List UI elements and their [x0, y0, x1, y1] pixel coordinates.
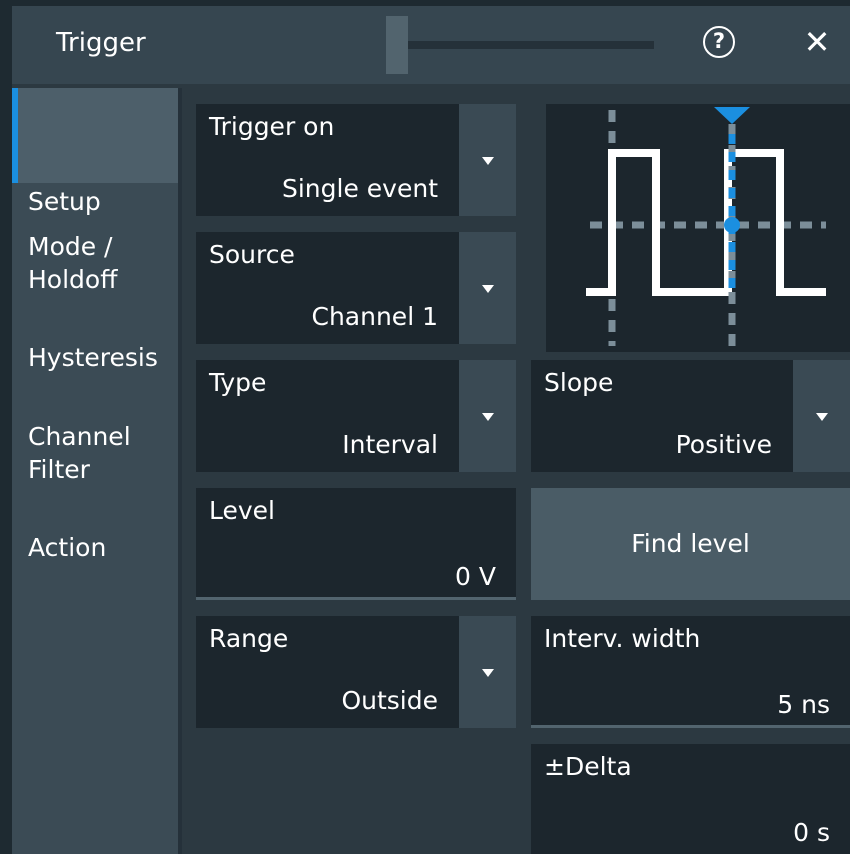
interval-trigger-waveform-icon: [586, 107, 826, 346]
range-dropdown-button[interactable]: [459, 616, 516, 728]
level-field-underline: [196, 597, 516, 600]
active-tab-indicator: [12, 88, 18, 183]
source-label: Source: [209, 240, 295, 269]
dialog-title: Trigger: [56, 28, 146, 58]
trigger-dialog: Trigger ? ✕ Setup Mode / Holdoff Hystere…: [12, 6, 850, 854]
sidebar-item-setup[interactable]: Setup: [12, 88, 178, 216]
close-icon[interactable]: ✕: [802, 24, 832, 60]
interval-width-underline: [531, 725, 850, 728]
type-label: Type: [209, 368, 267, 397]
interval-width-field[interactable]: Interv. width 5 ns: [531, 616, 850, 728]
interval-width-value: 5 ns: [777, 690, 830, 719]
level-field[interactable]: Level 0 V: [196, 488, 516, 600]
delta-field[interactable]: ±Delta 0 s: [531, 744, 850, 854]
help-icon[interactable]: ?: [703, 26, 735, 58]
slope-value: Positive: [675, 430, 772, 459]
trigger-on-label: Trigger on: [209, 112, 335, 141]
sidebar-item-mode-holdoff[interactable]: Mode / Holdoff: [12, 197, 178, 294]
transparency-slider-thumb[interactable]: [386, 16, 408, 74]
type-value: Interval: [342, 430, 438, 459]
chevron-down-icon: [482, 413, 494, 421]
source-select[interactable]: Source Channel 1: [196, 232, 516, 344]
slope-dropdown-button[interactable]: [793, 360, 850, 472]
chevron-down-icon: [816, 413, 828, 421]
level-label: Level: [209, 496, 275, 525]
sidebar-item-label: Action: [28, 533, 107, 562]
title-bar: Trigger ? ✕: [12, 6, 850, 84]
sidebar-item-action[interactable]: Action: [12, 498, 178, 562]
level-value: 0 V: [455, 562, 496, 591]
delta-value: 0 s: [793, 818, 830, 847]
sidebar-item-label: Mode / Holdoff: [28, 232, 118, 294]
chevron-down-icon: [482, 669, 494, 677]
sidebar: Setup Mode / Holdoff Hysteresis Channel …: [12, 88, 178, 854]
delta-label: ±Delta: [544, 752, 632, 781]
trigger-on-select[interactable]: Trigger on Single event: [196, 104, 516, 216]
sidebar-item-label: Hysteresis: [28, 343, 158, 372]
interval-width-label: Interv. width: [544, 624, 701, 653]
slope-label: Slope: [544, 368, 614, 397]
source-value: Channel 1: [311, 302, 439, 331]
sidebar-item-hysteresis[interactable]: Hysteresis: [12, 308, 178, 372]
find-level-button[interactable]: Find level: [531, 488, 850, 600]
range-select[interactable]: Range Outside: [196, 616, 516, 728]
trigger-on-dropdown-button[interactable]: [459, 104, 516, 216]
transparency-slider-track[interactable]: [408, 41, 654, 49]
chevron-down-icon: [482, 157, 494, 165]
type-select[interactable]: Type Interval: [196, 360, 516, 472]
trigger-on-value: Single event: [281, 174, 438, 203]
sidebar-item-channel-filter[interactable]: Channel Filter: [12, 387, 178, 484]
slope-select[interactable]: Slope Positive: [531, 360, 850, 472]
sidebar-item-label: Channel Filter: [28, 422, 131, 484]
type-dropdown-button[interactable]: [459, 360, 516, 472]
range-value: Outside: [341, 686, 438, 715]
chevron-down-icon: [482, 285, 494, 293]
source-dropdown-button[interactable]: [459, 232, 516, 344]
range-label: Range: [209, 624, 289, 653]
trigger-preview: [546, 104, 850, 352]
